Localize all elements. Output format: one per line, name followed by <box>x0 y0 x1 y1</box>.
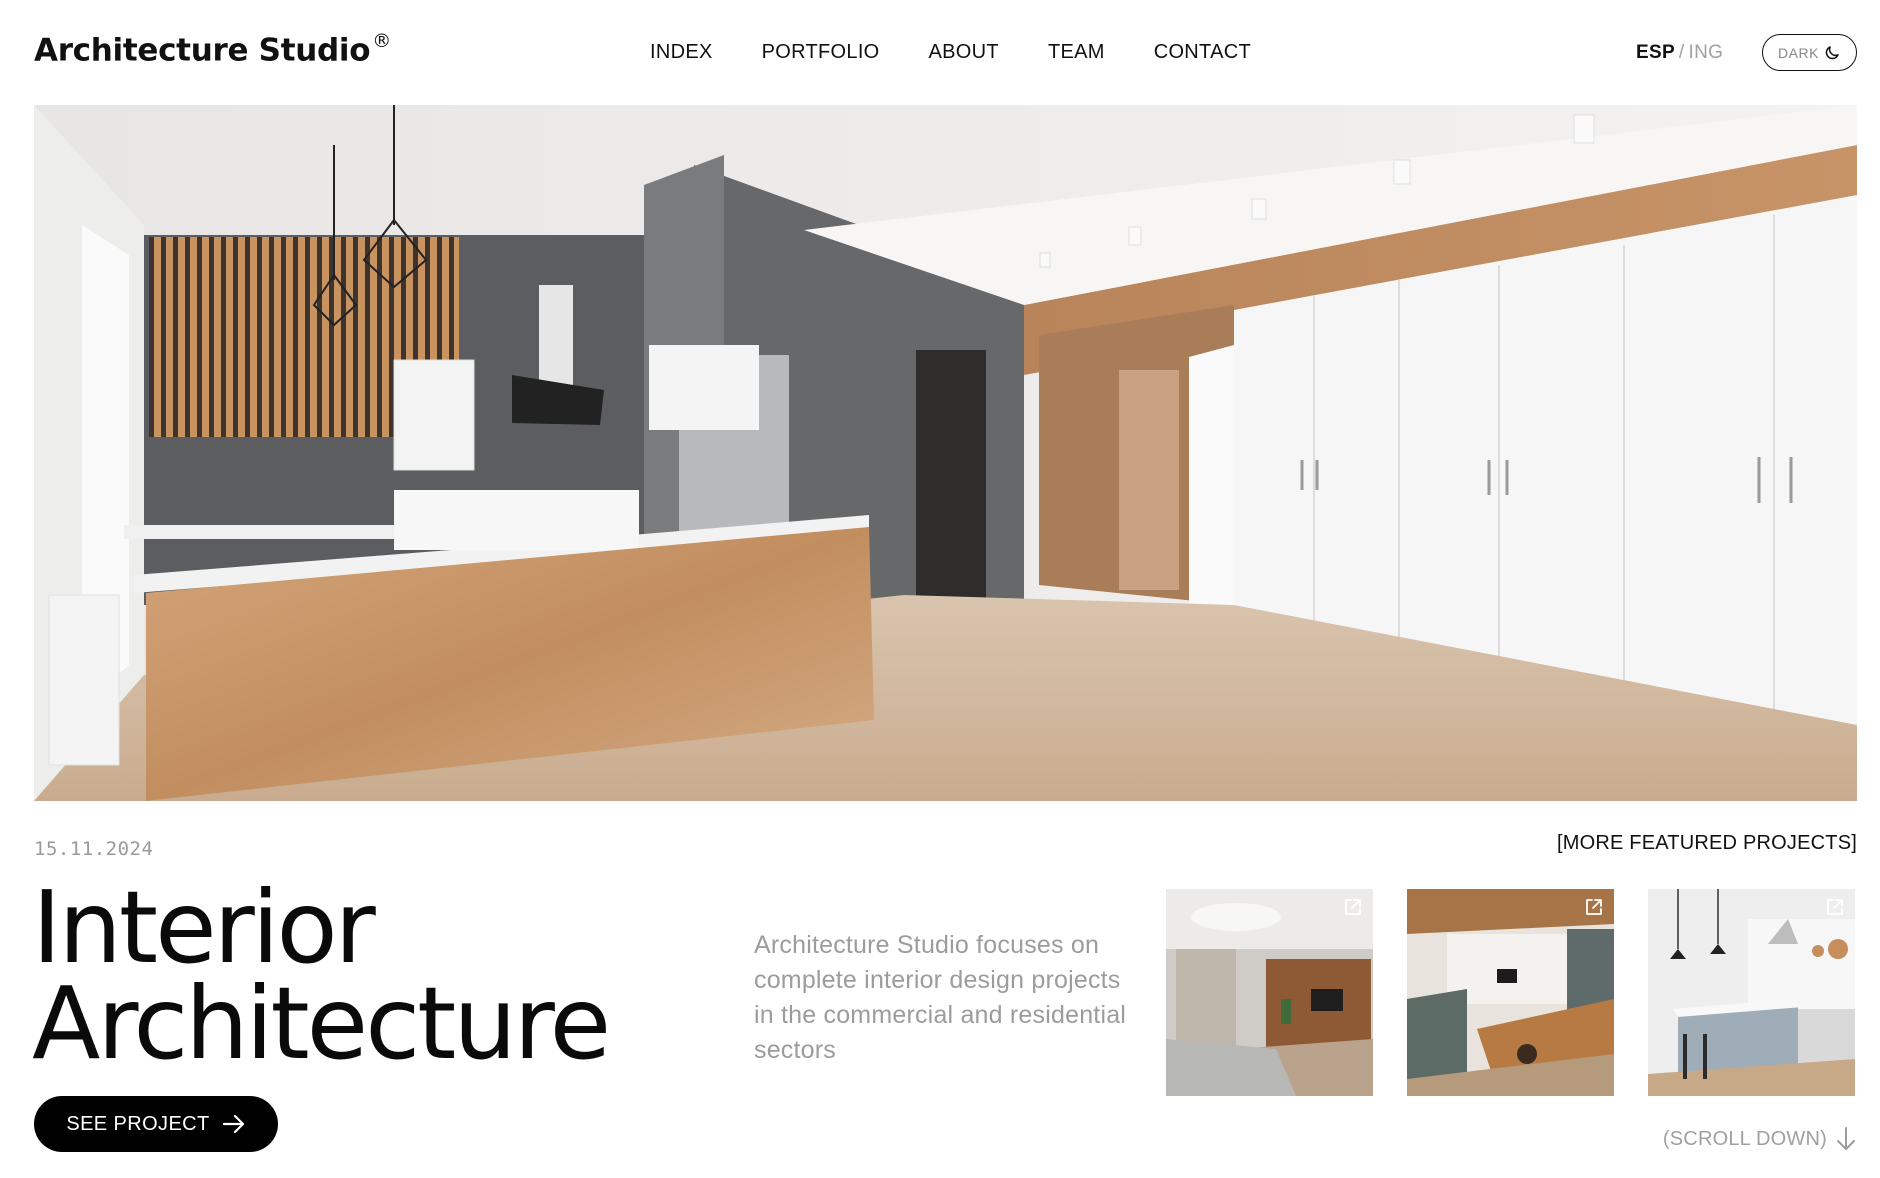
featured-thumbnails <box>1166 889 1855 1096</box>
dark-mode-label: DARK <box>1778 44 1819 61</box>
nav-item-team[interactable]: TEAM <box>1048 41 1105 64</box>
arrow-down-icon <box>1837 1127 1855 1150</box>
living-room-photo <box>1166 889 1373 1096</box>
brand-name: Architecture Studio <box>34 32 371 69</box>
external-link-icon <box>1586 899 1602 915</box>
moon-icon <box>1825 45 1839 59</box>
brand-logo[interactable]: Architecture Studio ® <box>34 30 391 69</box>
dark-mode-toggle[interactable]: DARK <box>1762 34 1857 71</box>
lang-option-ing[interactable]: ING <box>1689 42 1724 63</box>
nav-item-portfolio[interactable]: PORTFOLIO <box>762 41 880 64</box>
project-thumbnail-3[interactable] <box>1648 889 1855 1096</box>
main-nav: INDEX PORTFOLIO ABOUT TEAM CONTACT <box>650 41 1251 64</box>
lang-option-esp[interactable]: ESP <box>1636 42 1675 63</box>
nav-item-contact[interactable]: CONTACT <box>1154 41 1251 64</box>
hero-image <box>34 105 1857 801</box>
nav-item-index[interactable]: INDEX <box>650 41 713 64</box>
language-switcher: ESP / ING <box>1636 42 1723 64</box>
project-thumbnail-2[interactable] <box>1407 889 1614 1096</box>
see-project-button[interactable]: SEE PROJECT <box>34 1096 278 1152</box>
dining-kitchen-photo <box>1407 889 1614 1096</box>
registered-mark: ® <box>372 30 391 52</box>
hero-interior-photo <box>34 105 1857 801</box>
arrow-right-icon <box>222 1114 244 1134</box>
project-description: Architecture Studio focuses on complete … <box>754 931 1127 1064</box>
project-title: Interior Architecture <box>32 869 611 1082</box>
project-date: 15.11.2024 <box>34 838 154 860</box>
kitchen-island-photo <box>1648 889 1855 1096</box>
project-title-line1: Interior <box>32 869 376 986</box>
lang-separator: / <box>1678 42 1685 63</box>
see-project-label: SEE PROJECT <box>66 1112 210 1135</box>
external-link-icon <box>1345 899 1361 915</box>
more-featured-projects-link[interactable]: [MORE FEATURED PROJECTS] <box>1557 832 1857 855</box>
external-link-icon <box>1827 899 1843 915</box>
scroll-down-label: (SCROLL DOWN) <box>1662 1127 1827 1150</box>
site-header: Architecture Studio ® INDEX PORTFOLIO ABO… <box>0 0 1880 104</box>
scroll-down-hint[interactable]: (SCROLL DOWN) <box>1663 1126 1857 1152</box>
project-thumbnail-1[interactable] <box>1166 889 1373 1096</box>
project-title-line2: Architecture <box>32 965 611 1082</box>
nav-item-about[interactable]: ABOUT <box>929 41 999 64</box>
